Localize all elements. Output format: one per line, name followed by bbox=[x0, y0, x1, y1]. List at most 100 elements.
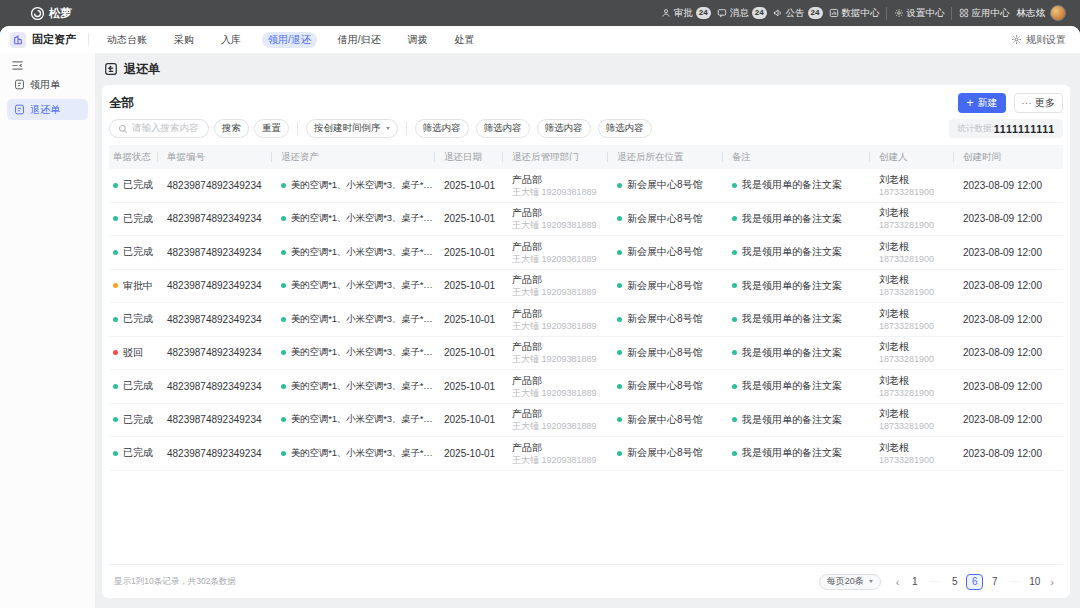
apps-icon bbox=[959, 8, 969, 18]
tab-all[interactable]: 全部 bbox=[109, 95, 134, 112]
table-row[interactable]: 已完成 48239874892349234 美的空调*1、小米空调*3、桌子*1… bbox=[109, 437, 1063, 471]
table-row[interactable]: 驳回 48239874892349234 美的空调*1、小米空调*3、桌子*10… bbox=[109, 337, 1063, 371]
table-row[interactable]: 已完成 48239874892349234 美的空调*1、小米空调*3、桌子*1… bbox=[109, 169, 1063, 203]
search-button[interactable]: 搜索 bbox=[214, 119, 249, 138]
nav-tab[interactable]: 动态台账 bbox=[101, 32, 153, 48]
location: 新会展中心8号馆 bbox=[627, 245, 703, 259]
filter-button[interactable]: 筛选内容 bbox=[476, 119, 530, 138]
nav-tab[interactable]: 入库 bbox=[215, 32, 247, 48]
note: 我是领用单的备注文案 bbox=[742, 346, 842, 360]
location-dot bbox=[617, 250, 622, 255]
search-input[interactable]: 请输入搜索内容 bbox=[109, 119, 209, 138]
user-menu[interactable]: 林志炫 bbox=[1017, 5, 1067, 21]
message-icon bbox=[717, 8, 727, 18]
topbar-item[interactable]: 数据中心 bbox=[829, 7, 880, 20]
page-button[interactable]: ··· bbox=[1006, 574, 1023, 590]
page-numbers: 1···567···10 bbox=[906, 574, 1043, 590]
document-icon bbox=[14, 79, 25, 90]
nav-tab[interactable]: 领用/退还 bbox=[262, 32, 317, 48]
topbar-item[interactable]: 应用中心 bbox=[951, 7, 1010, 20]
order-no: 48239874892349234 bbox=[167, 247, 262, 258]
topbar-item[interactable]: 审批 24 bbox=[661, 7, 711, 20]
topbar-item[interactable]: 设置中心 bbox=[886, 7, 945, 20]
creator: 刘老根 bbox=[879, 273, 934, 286]
page-button[interactable]: ··· bbox=[926, 574, 943, 590]
rule-settings-button[interactable]: 规则设置 bbox=[1011, 33, 1066, 47]
status: 审批中 bbox=[123, 279, 153, 293]
order-no: 48239874892349234 bbox=[167, 347, 262, 358]
status: 已完成 bbox=[123, 379, 153, 393]
page-button[interactable]: 7 bbox=[986, 574, 1003, 590]
page-button[interactable]: 6 bbox=[966, 574, 983, 590]
plus-icon: + bbox=[966, 97, 973, 109]
note: 我是领用单的备注文案 bbox=[742, 178, 842, 192]
filter-button[interactable]: 筛选内容 bbox=[415, 119, 469, 138]
page-size-select[interactable]: 每页20条 bbox=[819, 574, 881, 590]
reset-button[interactable]: 重置 bbox=[254, 119, 289, 138]
sort-button[interactable]: 按创建时间倒序 bbox=[306, 119, 398, 138]
assets: 美的空调*1、小米空调*3、桌子*100... bbox=[291, 212, 434, 225]
sidebar: 领用单 退还单 bbox=[0, 53, 95, 608]
creator: 刘老根 bbox=[879, 173, 934, 186]
page-button[interactable]: 5 bbox=[946, 574, 963, 590]
status: 驳回 bbox=[123, 346, 143, 360]
location-dot bbox=[617, 451, 622, 456]
dept-contact: 王大锤 19209381889 bbox=[512, 219, 597, 231]
location-dot bbox=[617, 317, 622, 322]
assets: 美的空调*1、小米空调*3、桌子*100... bbox=[291, 380, 434, 393]
nav-tab[interactable]: 采购 bbox=[168, 32, 200, 48]
sidebar-item[interactable]: 退还单 bbox=[7, 99, 88, 120]
dept-contact: 王大锤 19209381889 bbox=[512, 253, 597, 265]
asset-dot bbox=[281, 451, 286, 456]
return-date: 2025-10-01 bbox=[444, 314, 495, 325]
table-row[interactable]: 已完成 48239874892349234 美的空调*1、小米空调*3、桌子*1… bbox=[109, 370, 1063, 404]
order-no: 48239874892349234 bbox=[167, 381, 262, 392]
table-row[interactable]: 已完成 48239874892349234 美的空调*1、小米空调*3、桌子*1… bbox=[109, 303, 1063, 337]
prev-page-button[interactable]: ‹ bbox=[892, 576, 904, 588]
more-button[interactable]: ··· 更多 bbox=[1014, 93, 1064, 113]
page-button[interactable]: 1 bbox=[906, 574, 923, 590]
nav-tab[interactable]: 处置 bbox=[449, 32, 481, 48]
note: 我是领用单的备注文案 bbox=[742, 379, 842, 393]
table-header: 单据状态 单据编号 退还资产 退还日期 退还后管理部门 退还后所在位置 备注 创… bbox=[109, 145, 1063, 169]
count-badge: 24 bbox=[752, 7, 767, 19]
announcement-icon bbox=[773, 8, 783, 18]
page-button[interactable]: 10 bbox=[1026, 574, 1043, 590]
sidebar-collapse-button[interactable] bbox=[11, 59, 27, 72]
approval-icon bbox=[661, 8, 671, 18]
table-row[interactable]: 审批中 48239874892349234 美的空调*1、小米空调*3、桌子*1… bbox=[109, 270, 1063, 304]
dept: 产品部 bbox=[512, 173, 597, 186]
new-button[interactable]: + 新建 bbox=[958, 93, 1005, 113]
module-switcher[interactable]: 固定资产 bbox=[10, 32, 76, 48]
asset-dot bbox=[281, 317, 286, 322]
status: 已完成 bbox=[123, 178, 153, 192]
creator: 刘老根 bbox=[879, 206, 934, 219]
status-dot bbox=[113, 350, 118, 355]
note: 我是领用单的备注文案 bbox=[742, 245, 842, 259]
create-time: 2023-08-09 12:00 bbox=[963, 448, 1042, 459]
filter-button[interactable]: 筛选内容 bbox=[598, 119, 652, 138]
status-dot bbox=[113, 451, 118, 456]
divider bbox=[88, 33, 89, 46]
topbar-item[interactable]: 消息 24 bbox=[717, 7, 767, 20]
stats-value: 1111111111 bbox=[994, 123, 1055, 135]
filter-button[interactable]: 筛选内容 bbox=[537, 119, 591, 138]
dept: 产品部 bbox=[512, 307, 597, 320]
location-dot bbox=[617, 183, 622, 188]
table-row[interactable]: 已完成 48239874892349234 美的空调*1、小米空调*3、桌子*1… bbox=[109, 404, 1063, 438]
next-page-button[interactable]: › bbox=[1046, 576, 1058, 588]
app-logo: 松萝 bbox=[30, 6, 72, 21]
asset-dot bbox=[281, 216, 286, 221]
dept: 产品部 bbox=[512, 273, 597, 286]
nav-tab[interactable]: 借用/归还 bbox=[332, 32, 387, 48]
nav-tab[interactable]: 调拨 bbox=[402, 32, 434, 48]
table-row[interactable]: 已完成 48239874892349234 美的空调*1、小米空调*3、桌子*1… bbox=[109, 236, 1063, 270]
creator: 刘老根 bbox=[879, 307, 934, 320]
creator-phone: 18733281900 bbox=[879, 253, 934, 265]
table-row[interactable]: 已完成 48239874892349234 美的空调*1、小米空调*3、桌子*1… bbox=[109, 203, 1063, 237]
sidebar-item[interactable]: 领用单 bbox=[7, 74, 88, 95]
topbar-item[interactable]: 公告 24 bbox=[773, 7, 823, 20]
assets: 美的空调*1、小米空调*3、桌子*100... bbox=[291, 413, 434, 426]
search-icon bbox=[118, 124, 128, 134]
assets: 美的空调*1、小米空调*3、桌子*100... bbox=[291, 179, 434, 192]
